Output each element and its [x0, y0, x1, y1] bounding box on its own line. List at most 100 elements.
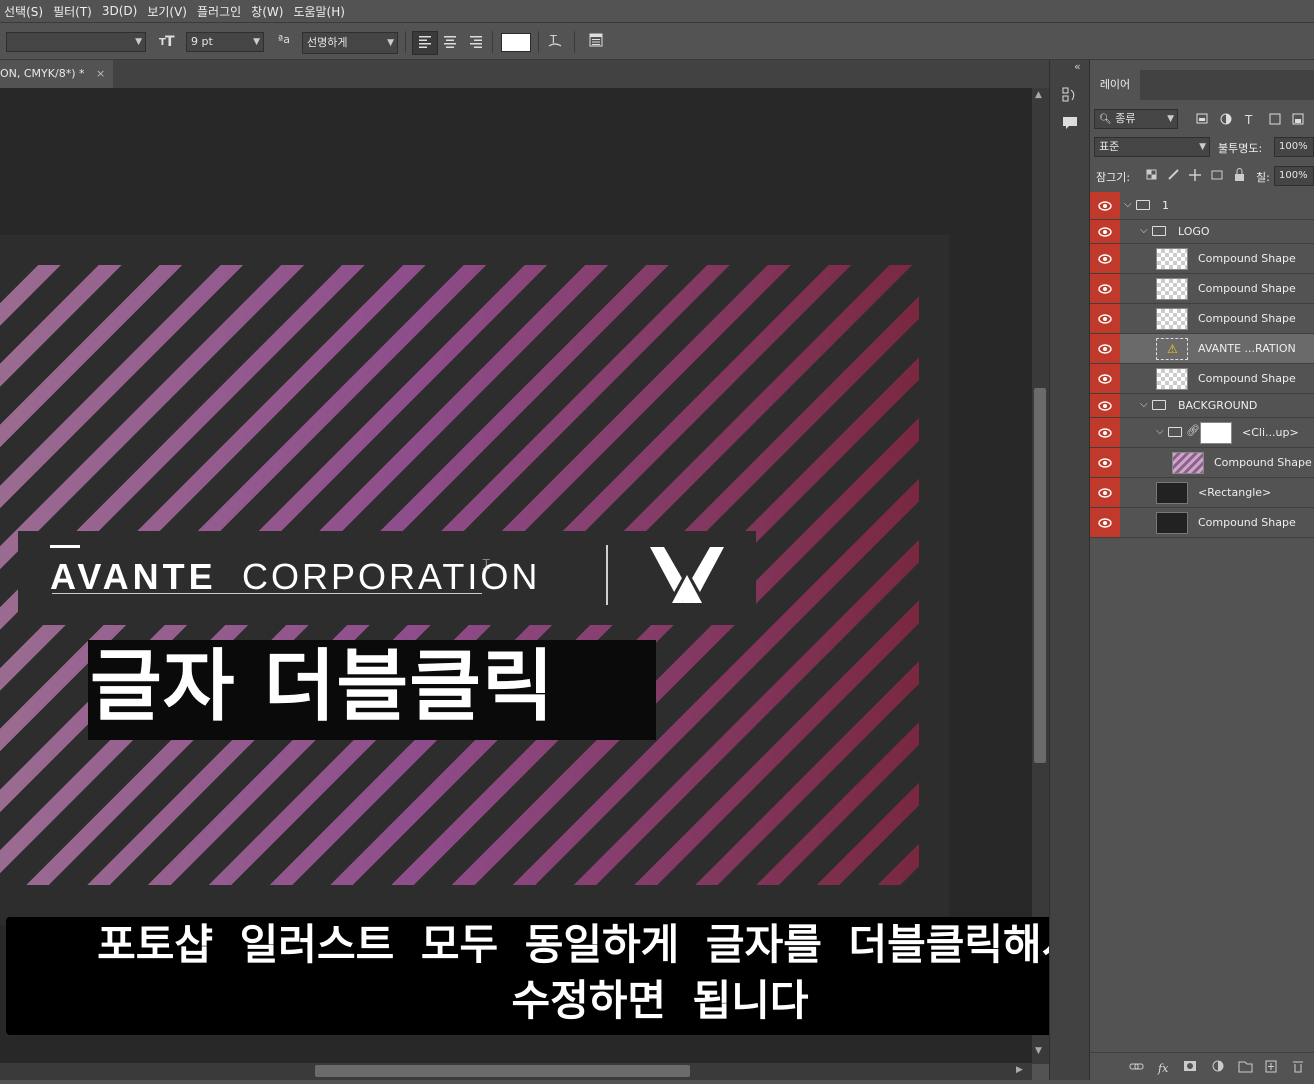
chevron-down-icon[interactable]: ⌵	[1140, 225, 1148, 236]
layer-mask-thumbnail	[1200, 422, 1232, 444]
chevron-down-icon: ▼	[135, 37, 142, 47]
layer-row-clip-group[interactable]: ⌵ 🔗︎ <Cli...up>	[1090, 418, 1314, 448]
layer-row[interactable]: Compound Shape	[1090, 448, 1314, 478]
chevron-down-icon[interactable]: ⌵	[1140, 399, 1148, 410]
menu-help[interactable]: 도움말(H)	[289, 3, 351, 20]
text-color-swatch[interactable]	[501, 33, 531, 52]
layer-row[interactable]: Compound Shape	[1090, 508, 1314, 538]
history-icon[interactable]	[1061, 86, 1079, 104]
layer-row-selected[interactable]: ⚠ AVANTE ...RATION	[1090, 334, 1314, 364]
visibility-toggle[interactable]	[1090, 478, 1120, 507]
fill-field[interactable]: 100%	[1274, 166, 1314, 186]
document-tab[interactable]: ON, CMYK/8*) * ×	[0, 60, 114, 88]
visibility-toggle[interactable]	[1090, 244, 1120, 273]
layer-thumbnail: ⚠	[1156, 338, 1188, 360]
close-icon[interactable]: ×	[96, 67, 105, 80]
visibility-toggle[interactable]	[1090, 364, 1120, 393]
align-center-button[interactable]	[440, 32, 460, 52]
scroll-up-icon[interactable]: ▲	[1035, 90, 1042, 100]
visibility-toggle[interactable]	[1090, 304, 1120, 333]
warp-text-icon[interactable]: T	[545, 32, 565, 52]
chevron-down-icon[interactable]: ⌵	[1124, 199, 1132, 210]
fill-value: 100%	[1279, 170, 1308, 181]
antialias-value: 선명하게	[307, 36, 348, 49]
layer-row-group-logo[interactable]: ⌵ LOGO	[1090, 220, 1314, 244]
antialias-icon: ªa	[278, 33, 290, 46]
opacity-label: 불투명도:	[1218, 142, 1263, 155]
search-icon: 🔍︎	[1099, 114, 1112, 125]
scroll-down-icon[interactable]: ▼	[1035, 1046, 1042, 1056]
collapse-panels-icon[interactable]: «	[1074, 60, 1081, 73]
blend-mode-dropdown[interactable]: 표준 ▼	[1094, 137, 1210, 157]
layer-name: Compound Shape	[1198, 312, 1296, 325]
lock-options[interactable]	[1144, 167, 1252, 183]
align-left-button[interactable]	[412, 31, 438, 55]
layer-filter-dropdown[interactable]: 🔍︎ 종류 ▼	[1094, 109, 1178, 129]
link-layers-icon	[1129, 1063, 1144, 1070]
options-bar: ▼ TT 9 pt ▼ ªa 선명하게 ▼ T	[0, 22, 1314, 60]
menu-3d[interactable]: 3D(D)	[98, 4, 143, 18]
tab-layers[interactable]: 레이어	[1090, 70, 1140, 100]
layer-thumbnail	[1156, 308, 1188, 330]
horizontal-scroll-thumb[interactable]	[315, 1065, 690, 1077]
layer-filter-icons: T	[1194, 111, 1314, 127]
menu-plugins[interactable]: 플러그인	[193, 3, 247, 20]
divider	[538, 31, 539, 53]
layer-row[interactable]: <Rectangle>	[1090, 478, 1314, 508]
brand-name-light[interactable]: CORPORATION	[242, 557, 540, 597]
character-panel-icon[interactable]	[586, 32, 606, 52]
menu-filter[interactable]: 필터(T)	[49, 3, 98, 20]
layer-name: Compound Shape	[1198, 372, 1296, 385]
scroll-right-icon[interactable]: ▶	[1016, 1065, 1023, 1075]
blend-mode-value: 표준	[1099, 140, 1120, 153]
visibility-toggle[interactable]	[1090, 220, 1120, 243]
text-baseline-indicator	[52, 593, 482, 594]
layer-row[interactable]: Compound Shape	[1090, 304, 1314, 334]
artboard[interactable]: AVANTE CORPORATION ⌶ 글자 더블클릭	[0, 235, 949, 925]
visibility-toggle[interactable]	[1090, 192, 1120, 219]
font-size-field[interactable]: 9 pt ▼	[186, 32, 264, 52]
layer-thumbnail	[1156, 248, 1188, 270]
layer-row[interactable]: Compound Shape	[1090, 364, 1314, 394]
avante-logo-mark[interactable]	[648, 543, 726, 607]
visibility-toggle[interactable]	[1090, 274, 1120, 303]
chevron-down-icon: ▼	[387, 38, 394, 48]
layer-row-group-1[interactable]: ⌵ 1	[1090, 192, 1314, 220]
align-right-button[interactable]	[466, 32, 486, 52]
layer-name: Compound Shape	[1198, 282, 1296, 295]
layer-thumbnail	[1172, 452, 1204, 474]
menu-window[interactable]: 창(W)	[247, 3, 289, 20]
comments-icon[interactable]	[1061, 114, 1079, 132]
font-style-dropdown[interactable]: ▼	[6, 32, 146, 52]
visibility-toggle[interactable]	[1090, 334, 1120, 363]
swatch-fill	[502, 34, 530, 51]
collapsed-panel-strip: «	[1049, 60, 1090, 1080]
visibility-toggle[interactable]	[1090, 394, 1120, 417]
chevron-down-icon: ▼	[1199, 142, 1206, 152]
document-tab-bar	[0, 60, 1049, 88]
folder-icon	[1152, 400, 1166, 410]
menu-select[interactable]: 선택(S)	[0, 3, 49, 20]
opacity-value: 100%	[1279, 141, 1308, 152]
layer-row[interactable]: Compound Shape	[1090, 244, 1314, 274]
antialias-dropdown[interactable]: 선명하게 ▼	[302, 32, 398, 54]
headline-text[interactable]: 글자 더블클릭	[90, 635, 555, 739]
divider	[405, 31, 406, 53]
svg-text:fx: fx	[1157, 1062, 1169, 1075]
chevron-down-icon[interactable]: ⌵	[1156, 426, 1164, 437]
layer-row[interactable]: Compound Shape	[1090, 274, 1314, 304]
visibility-toggle[interactable]	[1090, 448, 1120, 477]
brand-name-bold[interactable]: AVANTE	[50, 557, 217, 597]
opacity-field[interactable]: 100%	[1274, 137, 1314, 157]
menu-view[interactable]: 보기(V)	[143, 3, 193, 20]
layer-name: BACKGROUND	[1178, 399, 1258, 412]
visibility-toggle[interactable]	[1090, 508, 1120, 537]
layer-name: 1	[1162, 199, 1169, 212]
logo-divider	[606, 545, 608, 605]
fill-label: 칠:	[1256, 171, 1270, 184]
layer-row-group-background[interactable]: ⌵ BACKGROUND	[1090, 394, 1314, 418]
font-size-value: 9 pt	[191, 35, 213, 48]
vertical-scroll-thumb[interactable]	[1034, 388, 1046, 763]
divider	[492, 31, 493, 53]
visibility-toggle[interactable]	[1090, 418, 1120, 447]
